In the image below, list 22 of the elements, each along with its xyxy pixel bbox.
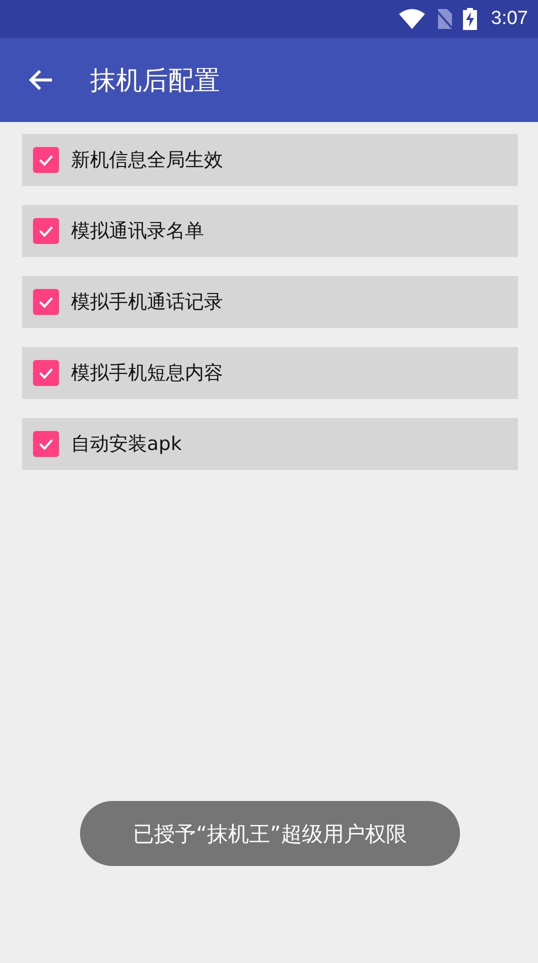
option-label: 自动安装apk bbox=[71, 432, 182, 457]
page-title: 抹机后配置 bbox=[90, 64, 220, 98]
checkbox[interactable] bbox=[33, 289, 59, 315]
checkbox[interactable] bbox=[33, 218, 59, 244]
option-row[interactable]: 自动安装apk bbox=[22, 418, 518, 470]
checkbox[interactable] bbox=[33, 147, 59, 173]
checkbox[interactable] bbox=[33, 360, 59, 386]
no-sim-icon bbox=[435, 9, 454, 29]
option-label: 新机信息全局生效 bbox=[71, 148, 223, 173]
option-label: 模拟通讯录名单 bbox=[71, 219, 204, 244]
option-label: 模拟手机通话记录 bbox=[71, 290, 223, 315]
option-row[interactable]: 模拟通讯录名单 bbox=[22, 205, 518, 257]
back-button[interactable] bbox=[28, 68, 54, 92]
wifi-icon bbox=[399, 9, 426, 29]
checkbox[interactable] bbox=[33, 431, 59, 457]
option-label: 模拟手机短息内容 bbox=[71, 361, 223, 386]
toast-message: 已授予“抹机王”超级用户权限 bbox=[80, 801, 460, 866]
option-row[interactable]: 模拟手机通话记录 bbox=[22, 276, 518, 328]
clock-time: 3:07 bbox=[491, 8, 528, 30]
battery-charging-icon bbox=[463, 8, 478, 30]
option-row[interactable]: 新机信息全局生效 bbox=[22, 134, 518, 186]
option-row[interactable]: 模拟手机短息内容 bbox=[22, 347, 518, 399]
